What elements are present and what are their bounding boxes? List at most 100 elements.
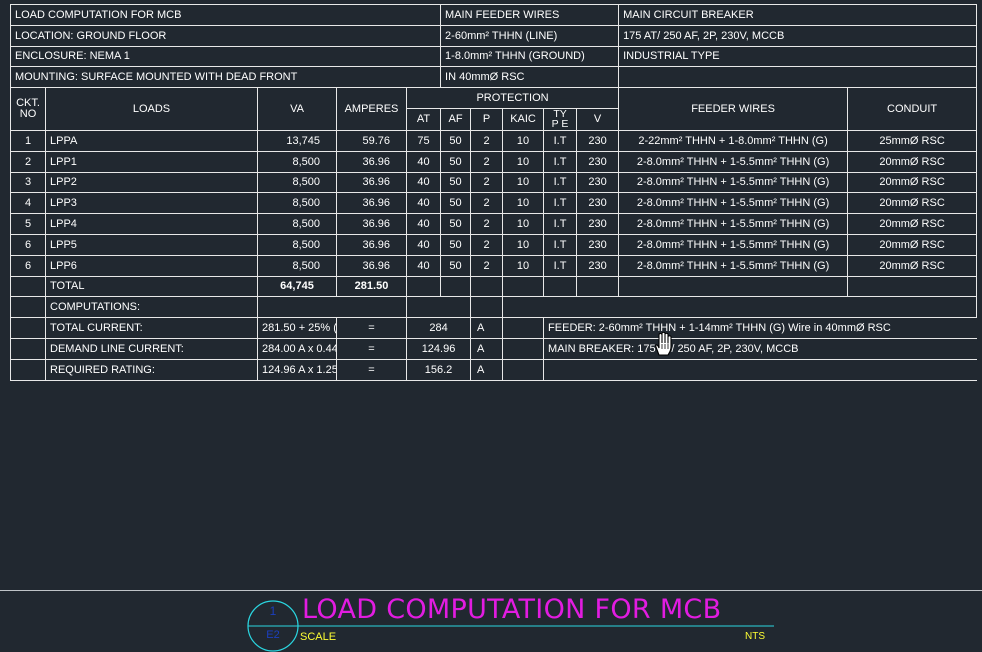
info-feeder-conduit: IN 40mmØ RSC xyxy=(440,66,620,89)
amperes-value: 36.96 xyxy=(336,150,407,173)
ckt-number: 1 xyxy=(10,129,46,152)
computations-blank xyxy=(257,296,407,319)
header-ckt-no: CKT. NO xyxy=(10,87,46,131)
total-blank xyxy=(405,275,442,298)
total-blank xyxy=(618,275,849,298)
voltage-value: 230 xyxy=(576,150,620,173)
conduit-value: 20mmØ RSC xyxy=(847,254,978,277)
kaic-value: 10 xyxy=(502,254,545,277)
feeder-wires-value: 2-8.0mm² THHN + 1-5.5mm² THHN (G) xyxy=(618,150,849,173)
total-blank xyxy=(440,275,472,298)
voltage-value: 230 xyxy=(576,233,620,256)
amperes-value: 36.96 xyxy=(336,192,407,215)
computation-result: 124.96 xyxy=(405,337,472,360)
feeder-wires-value: 2-22mm² THHN + 1-8.0mm² THHN (G) xyxy=(618,129,849,152)
table-row: 6 LPP6 8,500 36.96 40 50 2 10 I.T 230 2-8.0mm² THH… xyxy=(10,254,978,277)
voltage-value: 230 xyxy=(576,171,620,194)
feeder-wires-value: 2-8.0mm² THHN + 1-5.5mm² THHN (G) xyxy=(618,233,849,256)
load-name: LPP1 xyxy=(45,150,258,173)
at-value: 40 xyxy=(405,171,442,194)
total-va: 64,745 xyxy=(257,275,337,298)
kaic-value: 10 xyxy=(502,192,545,215)
header-at: AT xyxy=(405,107,442,131)
amperes-value: 36.96 xyxy=(336,213,407,235)
va-value: 8,500 xyxy=(257,233,337,256)
table-row: 1 LPPA 13,745 59.76 75 50 2 10 I.T 230 2-22mm² THH… xyxy=(10,129,978,152)
poles-value: 2 xyxy=(470,233,504,256)
af-value: 50 xyxy=(440,129,472,152)
computation-row: TOTAL CURRENT:281.50 + 25% (10)=284A FEED… xyxy=(10,317,977,339)
detail-number: 1 xyxy=(269,604,277,618)
computation-unit: A xyxy=(470,358,504,381)
va-value: 8,500 xyxy=(257,150,337,173)
amperes-value: 36.96 xyxy=(336,171,407,194)
load-rows: 1 LPPA 13,745 59.76 75 50 2 10 I.T 230 2-22mm² THH… xyxy=(10,129,978,277)
voltage-value: 230 xyxy=(576,192,620,215)
va-value: 8,500 xyxy=(257,171,337,194)
computation-unit: A xyxy=(470,337,504,360)
table-row: 2 LPP1 8,500 36.96 40 50 2 10 I.T 230 2-8.0mm² THH… xyxy=(10,150,978,173)
poles-value: 2 xyxy=(470,150,504,173)
info-location: LOCATION: GROUND FLOOR xyxy=(9,24,442,47)
computation-label: REQUIRED RATING: xyxy=(45,358,258,381)
info-mounting: MOUNTING: SURFACE MOUNTED WITH DEAD FRON… xyxy=(9,66,442,89)
total-label: TOTAL xyxy=(45,275,258,298)
computation-label: DEMAND LINE CURRENT: xyxy=(45,337,258,360)
info-breaker-heading: MAIN CIRCUIT BREAKER xyxy=(618,4,978,26)
va-value: 8,500 xyxy=(257,192,337,215)
header-conduit: CONDUIT xyxy=(847,87,978,131)
type-value: I.T xyxy=(543,129,578,152)
total-ckt-blank xyxy=(10,275,46,298)
va-value: 8,500 xyxy=(257,213,337,235)
header-ckt-no-text: CKT. NO xyxy=(16,97,40,121)
header-feeder-wires: FEEDER WIRES xyxy=(618,87,849,131)
load-name: LPP4 xyxy=(45,213,258,235)
feeder-wires-value: 2-8.0mm² THHN + 1-5.5mm² THHN (G) xyxy=(618,213,849,235)
info-row: ENCLOSURE: NEMA 1 1-8.0mm² THHN (GROUND)… xyxy=(9,45,978,68)
computation-note: FEEDER: 2-60mm² THHN + 1-14mm² THHN (G) … xyxy=(543,317,977,339)
sheet-number: E2 xyxy=(266,629,280,641)
header-type-text: TYP E xyxy=(551,108,569,130)
load-name: LPP3 xyxy=(45,192,258,215)
table-row: 3 LPP2 8,500 36.96 40 50 2 10 I.T 230 2-8.0mm² THH… xyxy=(10,171,978,194)
computations-blank xyxy=(405,296,472,319)
hand-pointer-icon xyxy=(651,331,675,362)
info-breaker-type: INDUSTRIAL TYPE xyxy=(618,45,978,68)
computations-heading-row: COMPUTATIONS: xyxy=(10,296,978,319)
scale-label: SCALE xyxy=(300,631,337,643)
info-feeder-line: 2-60mm² THHN (LINE) xyxy=(440,24,620,47)
load-schedule-table: LOAD COMPUTATION FOR MCB MAIN FEEDER WIR… xyxy=(9,4,978,381)
amperes-value: 59.76 xyxy=(336,129,407,152)
conduit-value: 20mmØ RSC xyxy=(847,213,978,235)
conduit-value: 20mmØ RSC xyxy=(847,171,978,194)
computation-row: REQUIRED RATING: 124.96 A x 1.25 = 156.2 A xyxy=(10,358,977,381)
at-value: 40 xyxy=(405,150,442,173)
af-value: 50 xyxy=(440,213,472,235)
info-row: MOUNTING: SURFACE MOUNTED WITH DEAD FRON… xyxy=(9,66,978,89)
info-feeder-heading: MAIN FEEDER WIRES xyxy=(440,4,620,26)
info-row: LOAD COMPUTATION FOR MCB MAIN FEEDER WIR… xyxy=(9,4,978,26)
kaic-value: 10 xyxy=(502,171,545,194)
poles-value: 2 xyxy=(470,192,504,215)
table-row: 5 LPP4 8,500 36.96 40 50 2 10 I.T 230 2-8.0mm² THH… xyxy=(10,213,978,235)
load-name: LPP6 xyxy=(45,254,258,277)
header-amperes: AMPERES xyxy=(336,87,407,131)
ckt-number: 2 xyxy=(10,150,46,173)
type-value: I.T xyxy=(543,171,578,194)
computations-blank xyxy=(502,296,978,319)
info-breaker-rating: 175 AT/ 250 AF, 2P, 230V, MCCB xyxy=(618,24,978,47)
load-name: LPP5 xyxy=(45,233,258,256)
af-value: 50 xyxy=(440,233,472,256)
header-p: P xyxy=(470,107,504,131)
ckt-number: 3 xyxy=(10,171,46,194)
computation-result: 284 xyxy=(405,317,472,339)
computation-label: TOTAL CURRENT: xyxy=(45,317,258,339)
at-value: 40 xyxy=(405,213,442,235)
kaic-value: 10 xyxy=(502,129,545,152)
table-row: 6 LPP5 8,500 36.96 40 50 2 10 I.T 230 2-8.0mm² THH… xyxy=(10,233,978,256)
feeder-wires-value: 2-8.0mm² THHN + 1-5.5mm² THHN (G) xyxy=(618,254,849,277)
computation-unit: A xyxy=(470,317,504,339)
header-loads: LOADS xyxy=(45,87,258,131)
ckt-number: 6 xyxy=(10,233,46,256)
computation-formula: 281.50 + 25% (10) xyxy=(257,317,337,339)
